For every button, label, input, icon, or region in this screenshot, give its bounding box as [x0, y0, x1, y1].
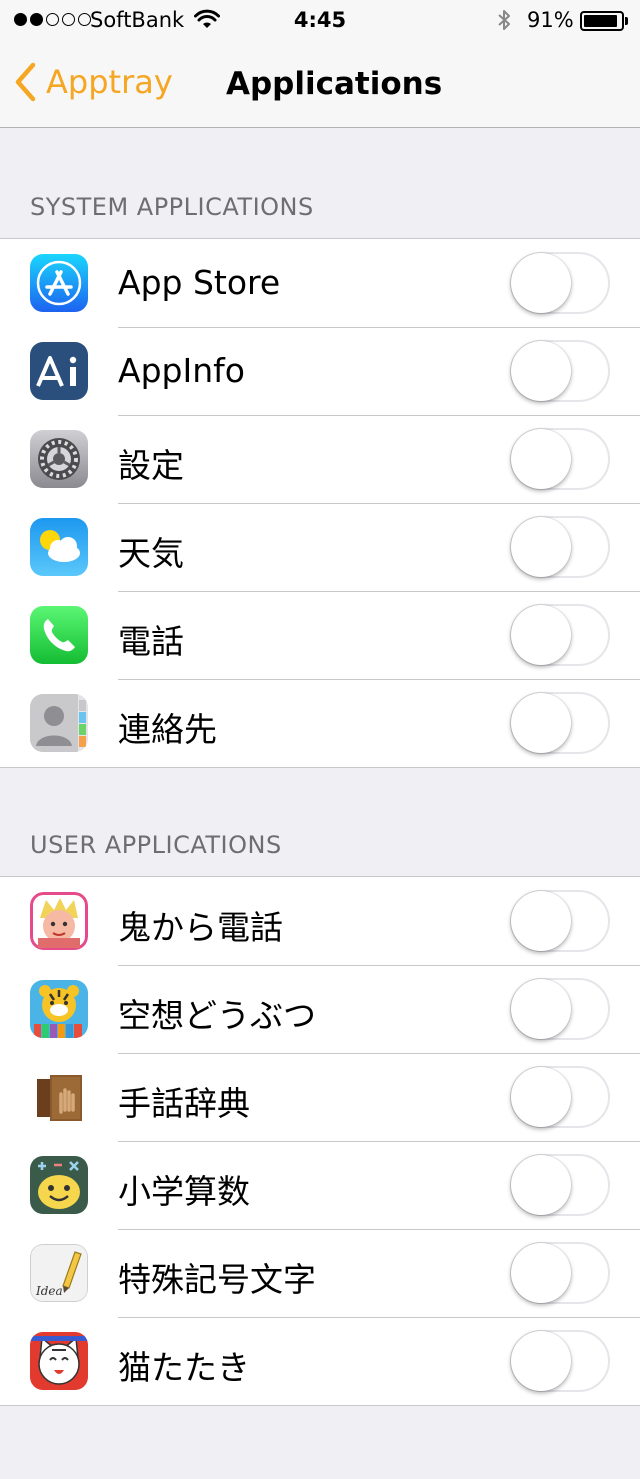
toggle-switch[interactable] — [510, 978, 610, 1040]
back-button[interactable]: Apptray — [14, 62, 173, 102]
system-app-list: App Store AppInfo 設定 天気 電話 連絡先 — [0, 238, 640, 768]
list-item-app-store: App Store — [0, 239, 640, 327]
app-name: 手話辞典 — [118, 1084, 250, 1123]
toggle-switch[interactable] — [510, 692, 610, 754]
app-name: 鬼から電話 — [118, 908, 283, 947]
toggle-switch[interactable] — [510, 1066, 610, 1128]
list-item-appinfo: AppInfo — [0, 327, 640, 415]
idea-pencil-icon: Idea — [30, 1244, 88, 1302]
svg-text:Idea: Idea — [35, 1284, 63, 1298]
battery-percentage: 91% — [527, 8, 574, 32]
appinfo-icon — [30, 342, 88, 400]
toggle-switch[interactable] — [510, 1242, 610, 1304]
book-hand-icon — [30, 1068, 88, 1126]
list-item-tokushu-kigou-moji: Idea 特殊記号文字 — [0, 1229, 640, 1317]
status-bar: SoftBank 4:45 91% — [0, 0, 640, 40]
contacts-icon — [30, 694, 88, 752]
oni-icon — [30, 892, 88, 950]
list-item-settings: 設定 — [0, 415, 640, 503]
bluetooth-icon — [496, 8, 512, 37]
toggle-switch[interactable] — [510, 1330, 610, 1392]
navigation-bar: SoftBank 4:45 91% Apptray Applications — [0, 0, 640, 128]
toggle-switch[interactable] — [510, 340, 610, 402]
app-name: 天気 — [118, 534, 184, 573]
app-name: 特殊記号文字 — [118, 1260, 316, 1299]
list-item-shuwa-jiten: 手話辞典 — [0, 1053, 640, 1141]
toggle-switch[interactable] — [510, 890, 610, 952]
list-item-neko-tataki: 猫たたき — [0, 1317, 640, 1405]
toggle-switch[interactable] — [510, 428, 610, 490]
app-name: 設定 — [118, 446, 184, 485]
list-item-shougaku-sansuu: 小学算数 — [0, 1141, 640, 1229]
battery-icon — [580, 11, 624, 31]
chevron-left-icon — [15, 62, 36, 102]
cat-icon — [30, 1332, 88, 1390]
section-header-system: SYSTEM APPLICATIONS — [30, 193, 314, 221]
list-item-kuusou-doubutsu: 空想どうぶつ — [0, 965, 640, 1053]
app-name: 猫たたき — [118, 1348, 250, 1387]
page-title: Applications — [226, 66, 443, 102]
toggle-switch[interactable] — [510, 516, 610, 578]
list-item-phone: 電話 — [0, 591, 640, 679]
list-item-weather: 天気 — [0, 503, 640, 591]
tiger-icon — [30, 980, 88, 1038]
app-name: AppInfo — [118, 351, 245, 390]
back-button-label: Apptray — [46, 63, 173, 101]
toggle-switch[interactable] — [510, 604, 610, 666]
math-smiley-icon — [30, 1156, 88, 1214]
list-item-contacts: 連絡先 — [0, 679, 640, 767]
toggle-switch[interactable] — [510, 252, 610, 314]
phone-icon — [30, 606, 88, 664]
list-item-oni: 鬼から電話 — [0, 877, 640, 965]
app-store-icon — [30, 254, 88, 312]
section-header-user: USER APPLICATIONS — [30, 831, 282, 859]
app-name: 電話 — [118, 622, 184, 661]
app-name: 小学算数 — [118, 1172, 250, 1211]
settings-gear-icon — [30, 430, 88, 488]
user-app-list: 鬼から電話 空想どうぶつ 手話辞典 小学算数 Idea 特殊記号文字 猫たたき — [0, 876, 640, 1406]
app-name: 空想どうぶつ — [118, 996, 316, 1035]
weather-icon — [30, 518, 88, 576]
app-name: App Store — [118, 263, 281, 302]
toggle-switch[interactable] — [510, 1154, 610, 1216]
app-name: 連絡先 — [118, 710, 217, 749]
